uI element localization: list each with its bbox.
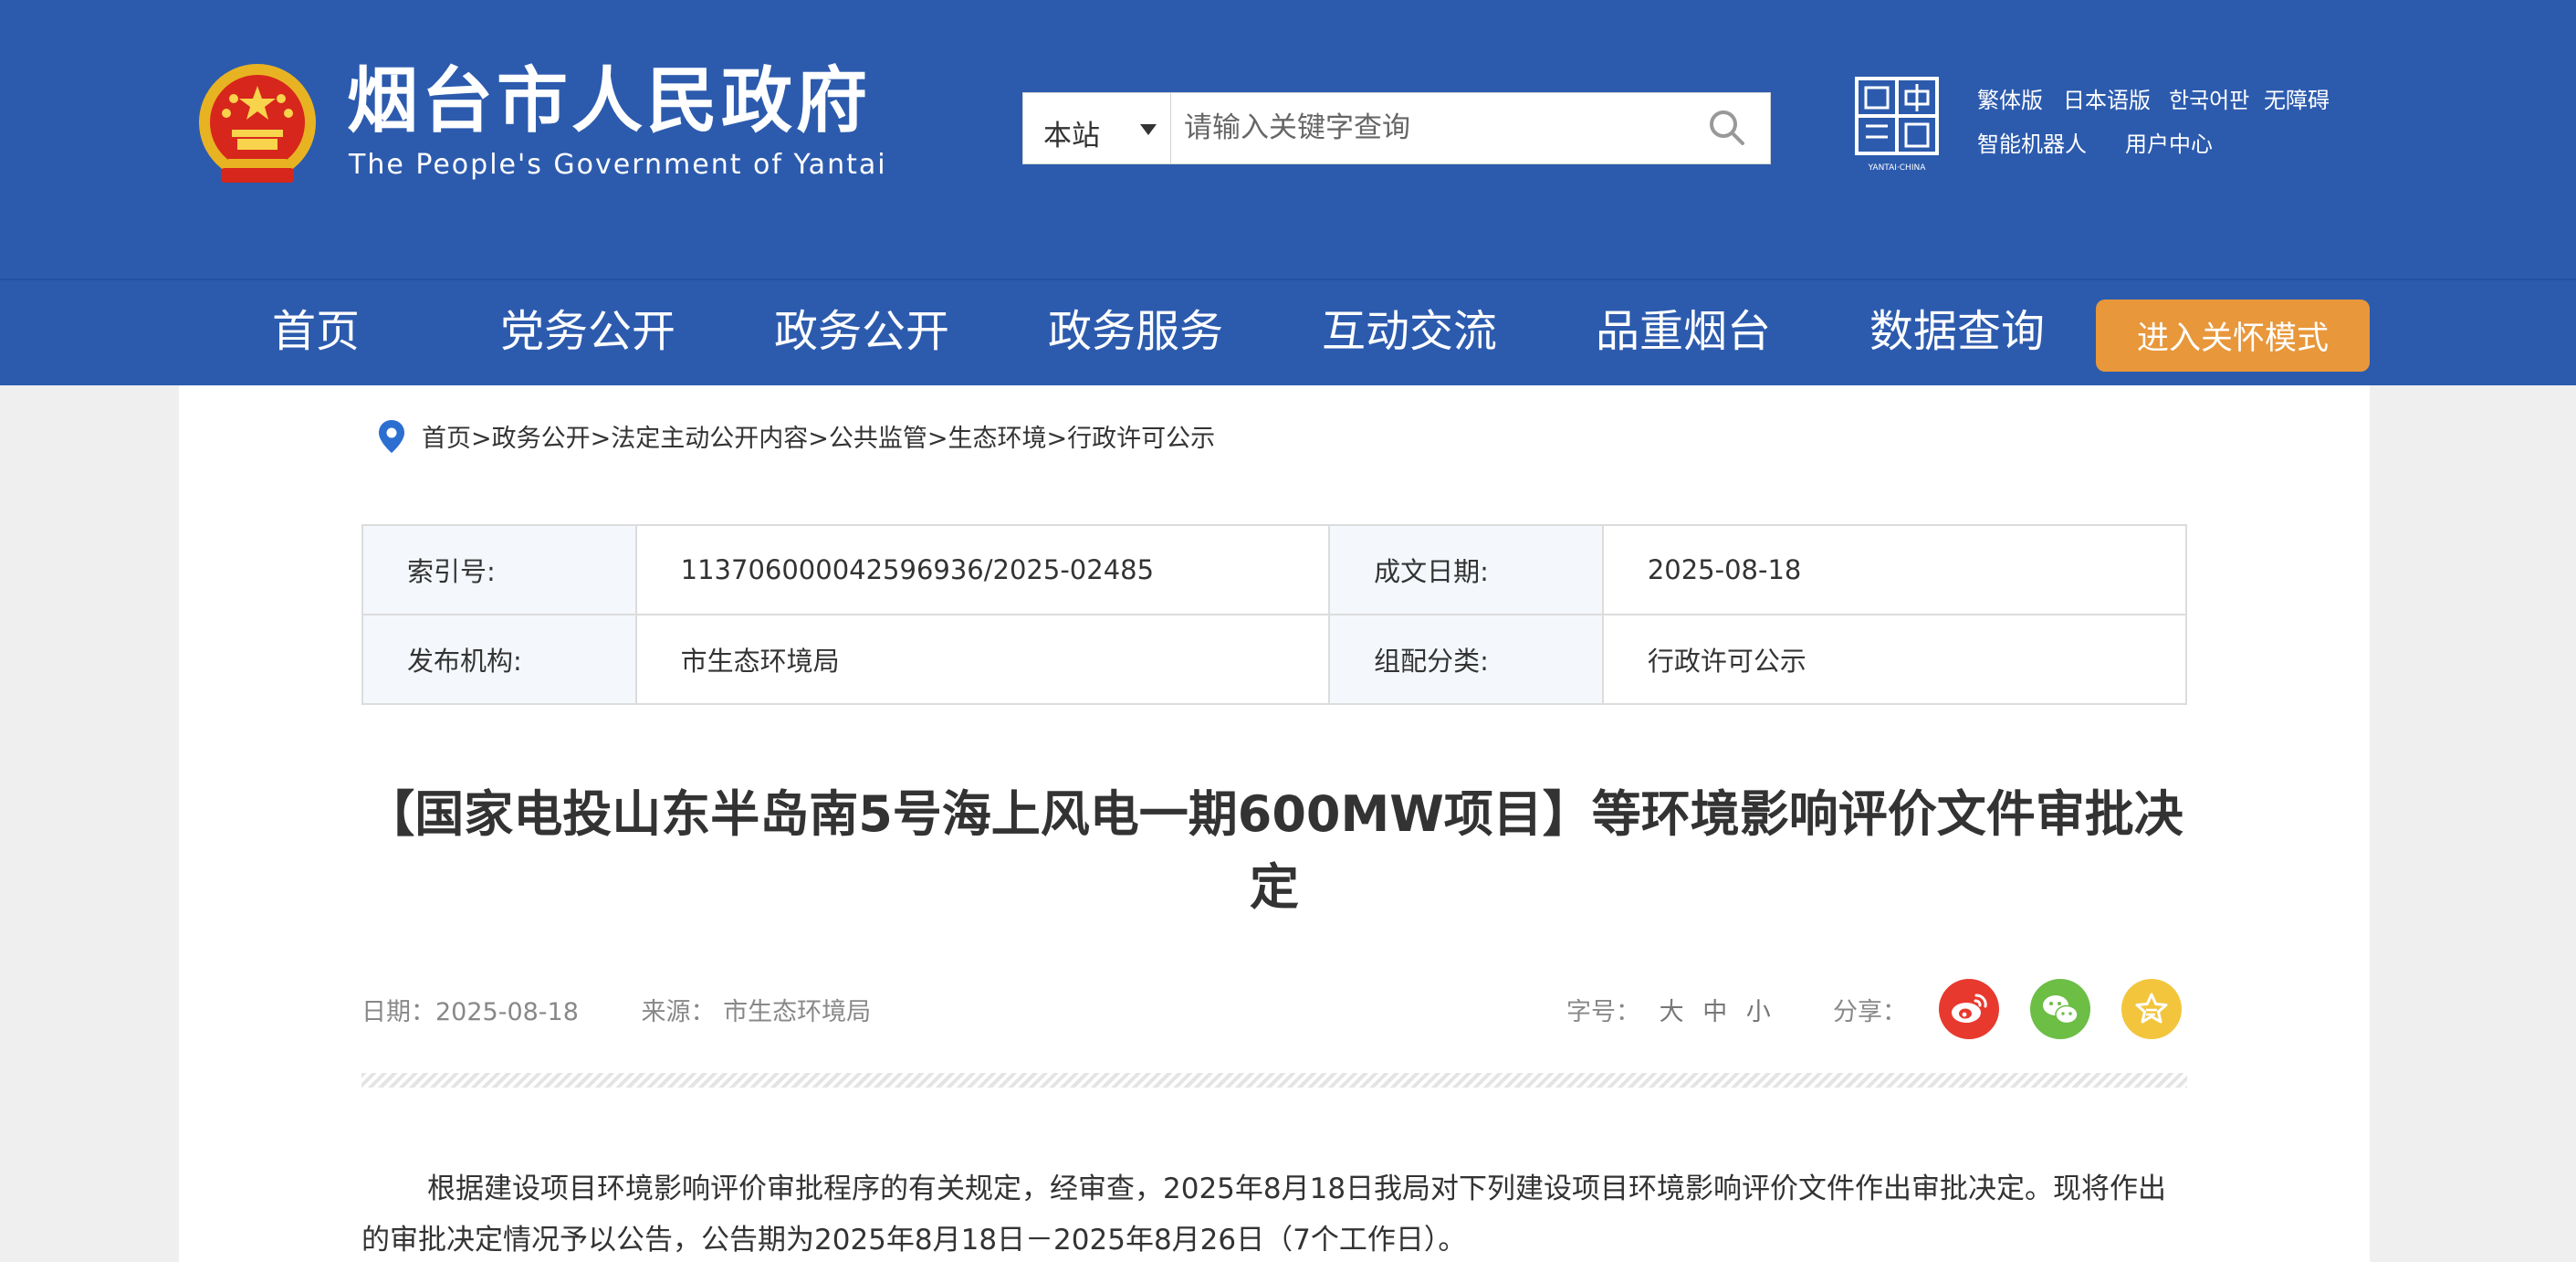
- wechat-icon[interactable]: [2030, 979, 2090, 1039]
- breadcrumb: 首页>政务公开>法定主动公开内容>公共监管>生态环境>行政许可公示: [378, 418, 1215, 454]
- font-size-large[interactable]: 大: [1660, 998, 1684, 1026]
- caret-down-icon: [1140, 124, 1157, 135]
- nav-item-home[interactable]: 首页: [272, 306, 360, 359]
- nav-item-party-affairs[interactable]: 党务公开: [500, 306, 675, 359]
- font-size-control: 字号： 大 中 小: [1566, 992, 1771, 1027]
- top-link-traditional[interactable]: 繁体版: [1977, 82, 2043, 114]
- location-pin-icon: [379, 419, 404, 453]
- site-title[interactable]: 烟台市人民政府: [347, 66, 871, 137]
- nav-item-government-affairs[interactable]: 政务公开: [774, 306, 949, 359]
- index-value: 113706000042596936/2025-02485: [634, 524, 1331, 615]
- main-nav: 首页 党务公开 政务公开 政务服务 互动交流 品重烟台 数据查询 进入关怀模式: [0, 279, 2576, 385]
- share-label: 分享：: [1833, 998, 1907, 1026]
- care-mode-button[interactable]: 进入关怀模式: [2096, 300, 2370, 372]
- publisher-label: 发布机构:: [361, 614, 637, 705]
- article-body: 根据建设项目环境影响评价审批程序的有关规定，经审查，2025年8月18日我局对下…: [361, 1173, 2167, 1257]
- article-date: 日期：2025-08-18: [361, 998, 579, 1026]
- date-value: 2025-08-18: [1601, 524, 2188, 615]
- national-emblem-icon[interactable]: [195, 58, 319, 192]
- weibo-icon[interactable]: [1939, 979, 1999, 1039]
- yantai-china-logo: YANTAI·CHINA: [1855, 77, 1939, 173]
- publisher-value: 市生态环境局: [634, 614, 1331, 705]
- top-link-user-center[interactable]: 用户中心: [2125, 126, 2213, 158]
- search-icon: [1710, 110, 1744, 145]
- search-scope-label: 本站: [1043, 120, 1100, 152]
- article-title: 【国家电投山东半岛南5号海上风电一期600MW项目】等环境影响评价文件审批决定: [365, 785, 2183, 916]
- favorite-icon[interactable]: [2121, 979, 2182, 1039]
- content-panel: 首页>政务公开>法定主动公开内容>公共监管>生态环境>行政许可公示 索引号: 1…: [179, 385, 2370, 1262]
- site-subtitle: The People's Government of Yantai: [349, 149, 887, 181]
- top-link-korean[interactable]: 한국어판: [2169, 82, 2249, 114]
- font-size-small[interactable]: 小: [1746, 998, 1771, 1026]
- article-source: 来源： 市生态环境局: [641, 998, 872, 1026]
- article-info: 日期：2025-08-18 来源： 市生态环境局: [361, 992, 871, 1027]
- search-input[interactable]: [1184, 100, 1695, 155]
- nav-item-government-services[interactable]: 政务服务: [1048, 306, 1223, 359]
- document-meta-table: 索引号: 113706000042596936/2025-02485 成文日期:…: [361, 524, 2188, 705]
- index-label: 索引号:: [361, 524, 637, 615]
- divider: [361, 1073, 2187, 1088]
- date-label: 成文日期:: [1328, 524, 1604, 615]
- search-scope-select[interactable]: 本站: [1023, 93, 1171, 163]
- breadcrumb-text[interactable]: 首页>政务公开>法定主动公开内容>公共监管>生态环境>行政许可公示: [422, 418, 1215, 454]
- font-size-label: 字号：: [1566, 998, 1640, 1026]
- nav-item-data-query[interactable]: 数据查询: [1869, 306, 2045, 359]
- site-header: 烟台市人民政府 The People's Government of Yanta…: [0, 0, 2576, 279]
- nav-item-interaction[interactable]: 互动交流: [1322, 306, 1497, 359]
- category-value: 行政许可公示: [1601, 614, 2188, 705]
- category-label: 组配分类:: [1328, 614, 1604, 705]
- svg-text:YANTAI·CHINA: YANTAI·CHINA: [1868, 163, 1927, 173]
- top-link-japanese[interactable]: 日本语版: [2063, 82, 2151, 114]
- top-link-accessibility[interactable]: 无障碍: [2264, 82, 2330, 114]
- nav-item-yantai[interactable]: 品重烟台: [1596, 306, 1771, 359]
- font-size-medium[interactable]: 中: [1702, 998, 1727, 1026]
- search-button[interactable]: [1699, 100, 1755, 155]
- search-bar: 本站: [1022, 92, 1771, 164]
- table-row: 发布机构: 市生态环境局 组配分类: 行政许可公示: [361, 614, 2188, 705]
- top-link-robot[interactable]: 智能机器人: [1977, 126, 2087, 158]
- table-row: 索引号: 113706000042596936/2025-02485 成文日期:…: [361, 524, 2188, 615]
